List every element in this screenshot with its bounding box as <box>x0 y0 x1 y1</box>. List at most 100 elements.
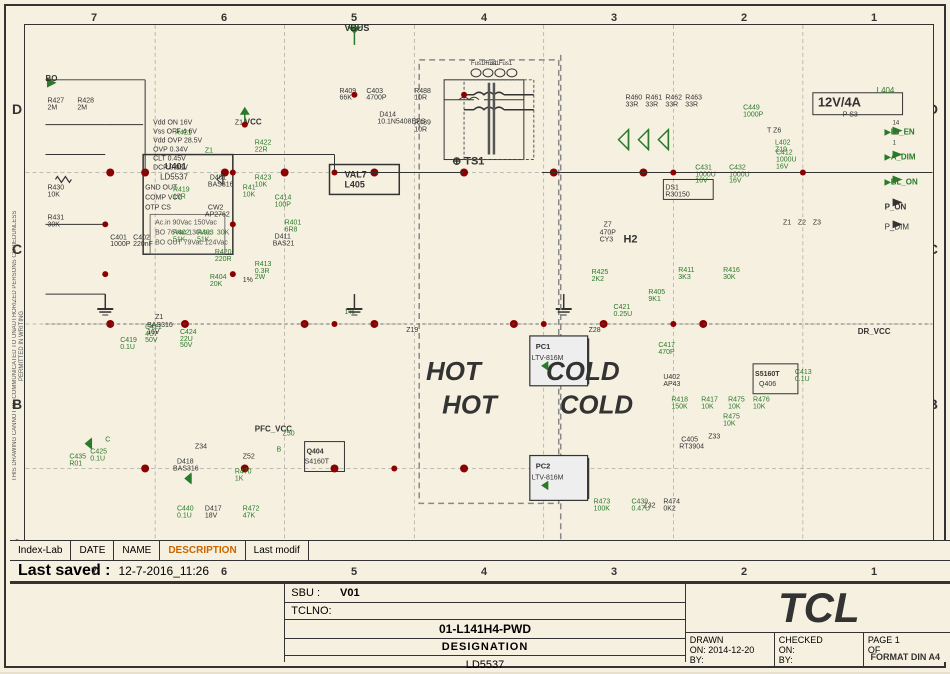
svg-text:Z28: Z28 <box>589 327 601 334</box>
svg-text:50V: 50V <box>180 342 193 349</box>
svg-text:1: 1 <box>893 141 897 147</box>
svg-text:C419: C419 <box>120 337 137 344</box>
svg-text:OVP 0.34V: OVP 0.34V <box>153 147 188 154</box>
svg-text:R422: R422 <box>255 140 272 147</box>
svg-text:R427: R427 <box>47 98 64 105</box>
svg-text:OTP CS: OTP CS <box>145 204 171 211</box>
svg-text:CW2: CW2 <box>208 204 224 211</box>
col-5-top: 5 <box>351 12 357 24</box>
svg-text:R460: R460 <box>626 95 643 102</box>
svg-text:R463: R463 <box>685 95 702 102</box>
svg-text:HOT: HOT <box>442 392 499 420</box>
svg-text:R472: R472 <box>243 505 260 512</box>
svg-text:R475: R475 <box>723 414 740 421</box>
drawn-on: ON: 2014-12-20 <box>690 645 770 655</box>
svg-text:220R: 220R <box>215 256 232 263</box>
drawn-cell: DRAWN ON: 2014-12-20 BY: <box>686 633 775 667</box>
svg-text:C421: C421 <box>614 304 631 311</box>
col-4-bottom: 4 <box>481 566 487 578</box>
svg-text:R430: R430 <box>47 184 64 191</box>
svg-text:33R: 33R <box>626 102 639 109</box>
tclno-row: TCLNO: <box>285 603 684 620</box>
svg-text:6R8: 6R8 <box>285 226 298 233</box>
doc-number-row: 01-L141H4-PWD <box>285 620 684 639</box>
svg-text:C403: C403 <box>366 88 383 95</box>
svg-text:51K: 51K <box>173 236 186 243</box>
page-label: PAGE 1 <box>868 635 948 645</box>
svg-text:16V: 16V <box>729 177 742 184</box>
svg-text:16V: 16V <box>147 329 160 336</box>
svg-text:30K: 30K <box>47 221 60 228</box>
svg-text:0.47U: 0.47U <box>631 505 650 512</box>
svg-text:10K: 10K <box>701 404 714 411</box>
svg-text:PC1: PC1 <box>536 342 551 351</box>
svg-text:470P: 470P <box>600 229 617 236</box>
svg-text:1000U: 1000U <box>776 157 797 164</box>
title-block-inner: SBU : V01 TCLNO: 01-L141H4-PWD DESIGNATI… <box>10 584 950 662</box>
svg-text:10K: 10K <box>255 181 268 188</box>
svg-text:D411: D411 <box>275 233 291 240</box>
title-center: SBU : V01 TCLNO: 01-L141H4-PWD DESIGNATI… <box>285 584 685 662</box>
svg-text:0K2: 0K2 <box>663 505 676 512</box>
checked-on: ON: <box>779 645 859 655</box>
svg-text:CY3: CY3 <box>600 236 614 243</box>
svg-text:C424: C424 <box>180 329 197 336</box>
svg-text:C425: C425 <box>90 449 107 456</box>
svg-text:R417: R417 <box>701 397 718 404</box>
svg-text:BO: BO <box>45 74 57 83</box>
col-3-bottom: 3 <box>611 566 617 578</box>
svg-text:U402: U402 <box>663 374 680 381</box>
svg-text:R420: R420 <box>215 249 232 256</box>
designation-value-row: LD5537 <box>285 656 684 674</box>
svg-text:47K: 47K <box>243 512 256 519</box>
svg-text:1K: 1K <box>235 475 244 482</box>
svg-text:⊕ TS1: ⊕ TS1 <box>452 156 484 168</box>
drawn-by: BY: <box>690 655 770 665</box>
svg-text:Q404: Q404 <box>307 449 324 456</box>
schematic-drawing-area: VBUS U401 LD5537 GND OUT COMP VCC OTP CS… <box>24 24 934 614</box>
svg-text:C405: C405 <box>681 437 698 444</box>
cold-label: COLD <box>546 356 620 387</box>
row-d-left: D <box>12 101 22 117</box>
svg-text:1000P: 1000P <box>743 112 764 119</box>
svg-text:S5160T: S5160T <box>755 371 780 378</box>
svg-text:1%: 1% <box>243 277 253 284</box>
svg-text:R403: R403 <box>197 229 214 236</box>
svg-text:Z1: Z1 <box>205 148 213 155</box>
col-6-top: 6 <box>221 12 227 24</box>
svg-text:Z1: Z1 <box>155 314 163 321</box>
svg-text:R419: R419 <box>173 186 190 193</box>
designation-label-row: DESIGNATION <box>285 639 684 656</box>
svg-text:66K: 66K <box>339 95 352 102</box>
col-5-bottom: 5 <box>351 566 357 578</box>
svg-text:COLD: COLD <box>560 392 633 420</box>
svg-text:C431: C431 <box>695 165 712 172</box>
svg-text:51K: 51K <box>197 236 210 243</box>
svg-text:PC2: PC2 <box>536 461 551 470</box>
svg-text:RT3904: RT3904 <box>679 444 704 451</box>
svg-text:R425: R425 <box>592 269 609 276</box>
svg-text:VAL7: VAL7 <box>344 169 366 179</box>
svg-text:C439: C439 <box>631 498 648 505</box>
col-1-bottom: 1 <box>871 566 877 578</box>
svg-text:10R: 10R <box>414 95 427 102</box>
svg-text:LD5537: LD5537 <box>160 172 188 181</box>
svg-text:CLT 0.45V: CLT 0.45V <box>153 156 186 163</box>
svg-text:3K3: 3K3 <box>678 274 691 281</box>
svg-text:R411: R411 <box>678 267 694 274</box>
schematic-container: THIS DRAWING CANNOT BE COMMUNICATED TO U… <box>0 0 950 672</box>
svg-text:R418: R418 <box>671 397 688 404</box>
svg-text:0.1U: 0.1U <box>90 456 105 463</box>
svg-text:LTV-816M: LTV-816M <box>532 474 564 481</box>
svg-text:14: 14 <box>893 121 900 127</box>
svg-text:H2: H2 <box>624 233 638 245</box>
svg-text:L404: L404 <box>877 86 895 95</box>
svg-text:BO OUT 79Vac 124Vac: BO OUT 79Vac 124Vac <box>155 239 228 246</box>
svg-text:12V/4A: 12V/4A <box>818 95 861 110</box>
col-7-top: 7 <box>91 12 97 24</box>
svg-text:L405: L405 <box>344 179 364 189</box>
svg-text:R423: R423 <box>255 174 272 181</box>
outer-frame: THIS DRAWING CANNOT BE COMMUNICATED TO U… <box>4 4 946 668</box>
svg-text:S4160T: S4160T <box>305 459 330 466</box>
title-left <box>10 584 285 662</box>
